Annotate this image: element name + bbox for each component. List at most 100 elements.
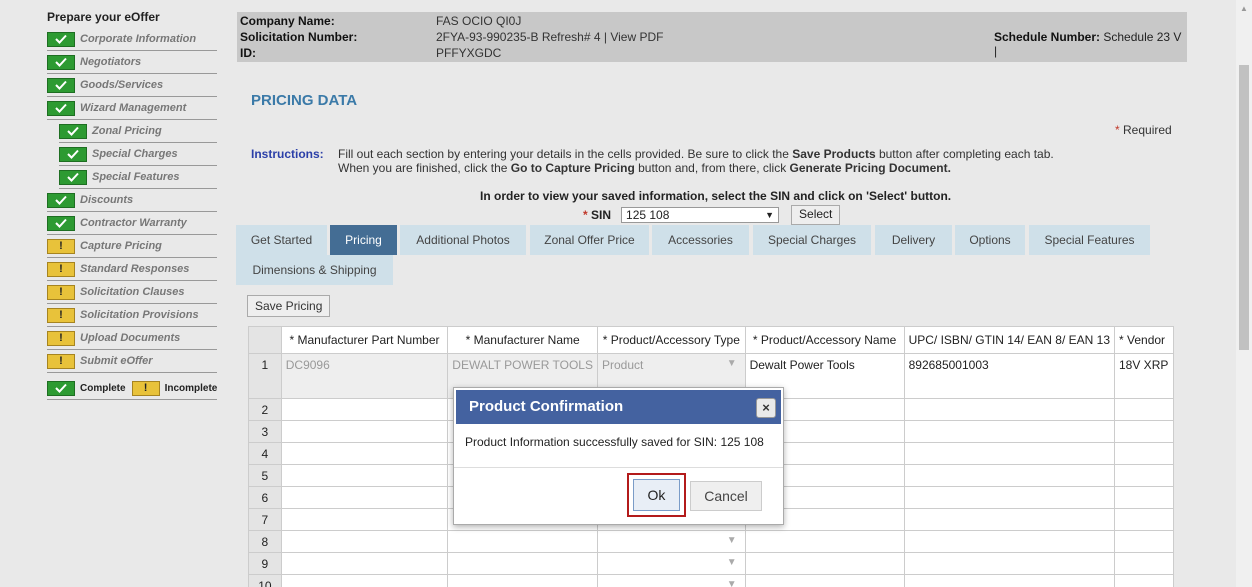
table-cell[interactable]: DC9096 xyxy=(280,353,449,399)
table-cell[interactable] xyxy=(280,420,449,443)
tab-special-features[interactable]: Special Features xyxy=(1029,225,1150,255)
sidebar-item-solicitation-clauses[interactable]: ! Solicitation Clauses xyxy=(47,281,217,304)
table-cell[interactable] xyxy=(1114,574,1174,587)
tab-dimensions-shipping[interactable]: Dimensions & Shipping xyxy=(236,255,393,285)
check-icon xyxy=(47,380,75,396)
row-number: 1 xyxy=(248,353,282,399)
save-pricing-button[interactable]: Save Pricing xyxy=(247,295,331,317)
table-cell[interactable] xyxy=(280,486,449,509)
table-cell[interactable]: ▼ xyxy=(596,552,746,575)
table-cell[interactable] xyxy=(744,552,905,575)
tab-options[interactable]: Options xyxy=(955,225,1025,255)
table-cell[interactable] xyxy=(1114,420,1174,443)
select-button[interactable]: Select xyxy=(791,205,841,225)
col-manufacturer-name[interactable]: * Manufacturer Name xyxy=(447,326,598,354)
table-cell[interactable] xyxy=(903,420,1116,443)
table-cell[interactable] xyxy=(280,464,449,487)
table-cell[interactable] xyxy=(1114,398,1174,421)
sin-select[interactable]: 125 108 ▼ xyxy=(621,207,780,223)
cancel-button[interactable]: Cancel xyxy=(690,481,762,511)
chevron-down-icon[interactable]: ▼ xyxy=(727,535,737,546)
table-cell[interactable] xyxy=(280,508,449,531)
exclamation-icon: ! xyxy=(47,353,75,369)
exclamation-icon: ! xyxy=(47,307,75,323)
sidebar-item-label: Standard Responses xyxy=(80,263,190,275)
sidebar-item-special-charges[interactable]: Special Charges xyxy=(59,143,217,166)
sidebar-item-label: Goods/Services xyxy=(80,79,164,91)
chevron-down-icon[interactable]: ▼ xyxy=(727,579,737,587)
check-icon xyxy=(47,100,75,116)
sidebar-item-special-features[interactable]: Special Features xyxy=(59,166,217,189)
table-cell[interactable] xyxy=(1114,508,1174,531)
tab-additional-photos[interactable]: Additional Photos xyxy=(400,225,526,255)
sidebar-item-label: Capture Pricing xyxy=(80,240,162,252)
ok-highlight: Ok xyxy=(627,473,686,517)
table-cell[interactable] xyxy=(903,464,1116,487)
sidebar-item-standard-responses[interactable]: ! Standard Responses xyxy=(47,258,217,281)
table-cell[interactable] xyxy=(903,398,1116,421)
col-upc[interactable]: UPC/ ISBN/ GTIN 14/ EAN 8/ EAN 13 xyxy=(903,326,1116,354)
table-cell[interactable]: ▼ xyxy=(596,574,746,587)
table-cell[interactable] xyxy=(447,574,598,587)
dialog-message: Product Information successfully saved f… xyxy=(465,435,764,449)
table-cell[interactable] xyxy=(447,552,598,575)
table-cell[interactable] xyxy=(1114,530,1174,553)
close-icon[interactable]: × xyxy=(756,398,776,418)
tab-pricing[interactable]: Pricing xyxy=(330,225,397,255)
sidebar-item-corporate-information[interactable]: Corporate Information xyxy=(47,28,217,51)
table-cell[interactable] xyxy=(903,486,1116,509)
col-vendor[interactable]: * Vendor xyxy=(1114,326,1174,354)
table-cell[interactable] xyxy=(903,442,1116,465)
sidebar-item-capture-pricing[interactable]: ! Capture Pricing xyxy=(47,235,217,258)
table-cell[interactable] xyxy=(903,508,1116,531)
table-cell[interactable] xyxy=(1114,486,1174,509)
sidebar-item-label: Upload Documents xyxy=(80,332,181,344)
sidebar-item-discounts[interactable]: Discounts xyxy=(47,189,217,212)
sidebar-item-upload-documents[interactable]: ! Upload Documents xyxy=(47,327,217,350)
table-cell[interactable] xyxy=(744,574,905,587)
sidebar-item-submit-eoffer[interactable]: ! Submit eOffer xyxy=(47,350,217,373)
table-cell[interactable]: 892685001003 xyxy=(903,353,1116,399)
table-cell[interactable] xyxy=(280,574,449,587)
table-cell[interactable] xyxy=(1114,552,1174,575)
table-cell[interactable] xyxy=(280,530,449,553)
sidebar-item-negotiators[interactable]: Negotiators xyxy=(47,51,217,74)
scrollbar-thumb[interactable] xyxy=(1239,65,1249,350)
table-cell[interactable] xyxy=(744,530,905,553)
instr-text-2d: Generate Pricing Document. xyxy=(789,161,951,175)
chevron-down-icon: ▼ xyxy=(765,210,775,220)
tab-special-charges[interactable]: Special Charges xyxy=(753,225,871,255)
tab-accessories[interactable]: Accessories xyxy=(652,225,749,255)
solicitation-value[interactable]: 2FYA-93-990235-B Refresh# 4 | View PDF xyxy=(436,30,663,44)
tab-zonal-offer-price[interactable]: Zonal Offer Price xyxy=(530,225,649,255)
chevron-down-icon[interactable]: ▼ xyxy=(727,358,737,369)
table-cell[interactable]: 18V XRP xyxy=(1114,353,1174,399)
table-cell[interactable] xyxy=(903,530,1116,553)
col-product-type[interactable]: * Product/Accessory Type xyxy=(596,326,746,354)
sidebar-item-goods-services[interactable]: Goods/Services xyxy=(47,74,217,97)
table-cell[interactable] xyxy=(280,442,449,465)
table-cell[interactable] xyxy=(280,552,449,575)
table-cell[interactable] xyxy=(903,552,1116,575)
schedule-number: Schedule Number: Schedule 23 V | xyxy=(994,30,1187,58)
table-cell[interactable] xyxy=(280,398,449,421)
tab-get-started[interactable]: Get Started xyxy=(236,225,327,255)
table-cell[interactable] xyxy=(447,530,598,553)
col-product-name[interactable]: * Product/Accessory Name xyxy=(744,326,905,354)
sidebar-item-solicitation-provisions[interactable]: ! Solicitation Provisions xyxy=(47,304,217,327)
table-cell[interactable] xyxy=(903,574,1116,587)
sidebar-item-label: Corporate Information xyxy=(80,33,197,45)
sin-hint: In order to view your saved information,… xyxy=(480,189,952,203)
sidebar-item-wizard-management[interactable]: Wizard Management xyxy=(47,97,217,120)
table-cell[interactable] xyxy=(1114,464,1174,487)
col-manufacturer-part-number[interactable]: * Manufacturer Part Number xyxy=(280,326,449,354)
ok-button[interactable]: Ok xyxy=(633,479,680,511)
table-cell[interactable] xyxy=(1114,442,1174,465)
table-cell[interactable]: ▼ xyxy=(596,530,746,553)
chevron-down-icon[interactable]: ▼ xyxy=(727,557,737,568)
page-scrollbar[interactable]: ▲ xyxy=(1236,0,1252,587)
sidebar-item-zonal-pricing[interactable]: Zonal Pricing xyxy=(59,120,217,143)
tab-delivery[interactable]: Delivery xyxy=(875,225,952,255)
sidebar-item-contractor-warranty[interactable]: Contractor Warranty xyxy=(47,212,217,235)
scroll-up-icon[interactable]: ▲ xyxy=(1240,4,1248,13)
